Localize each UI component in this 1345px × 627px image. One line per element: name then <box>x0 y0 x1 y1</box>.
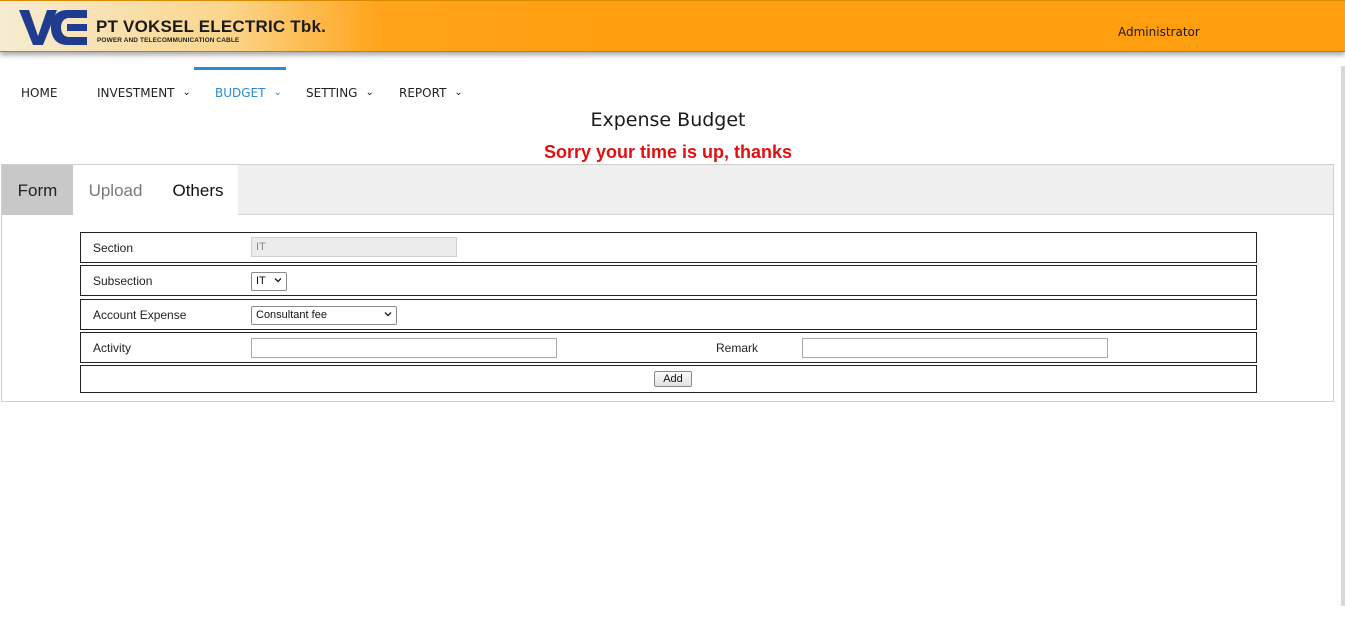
tab-form[interactable]: Form <box>2 165 73 215</box>
tab-upload[interactable]: Upload <box>73 165 158 215</box>
account-expense-select-value: Consultant fee <box>256 309 327 321</box>
section-field[interactable] <box>251 237 457 257</box>
nav-investment-label: INVESTMENT <box>97 86 175 100</box>
tab-bar: Form Upload Others <box>2 165 1333 215</box>
company-logo-icon <box>19 10 87 45</box>
remark-label: Remark <box>716 341 759 355</box>
subsection-select[interactable]: IT <box>251 272 287 291</box>
company-tagline: POWER AND TELECOMMUNICATION CABLE <box>97 37 240 44</box>
section-row: Section <box>80 232 1257 263</box>
nav-budget-label: BUDGET <box>215 86 266 100</box>
company-name: PT VOKSEL ELECTRIC Tbk. <box>96 17 327 36</box>
tab-others[interactable]: Others <box>158 165 238 215</box>
page-title: Expense Budget <box>590 109 746 131</box>
user-name[interactable]: Administrator <box>1118 25 1200 39</box>
warning-message: Sorry your time is up, thanks <box>543 142 793 162</box>
remark-input[interactable] <box>802 338 1108 358</box>
chevron-down-icon <box>384 312 392 317</box>
chevron-down-icon: ⌄ <box>365 87 374 98</box>
account-expense-label: Account Expense <box>93 308 187 322</box>
activity-input[interactable] <box>251 338 557 358</box>
nav-home-label: HOME <box>21 86 58 100</box>
chevron-down-icon <box>274 278 282 283</box>
chevron-down-icon: ⌄ <box>273 87 282 98</box>
subsection-row: Subsection IT <box>80 265 1257 296</box>
chevron-down-icon: ⌄ <box>182 87 191 98</box>
nav-report-label: REPORT <box>399 86 447 100</box>
form-panel: Form Upload Others Section Subsection IT… <box>1 164 1334 402</box>
nav-setting-label: SETTING <box>306 86 358 100</box>
add-button[interactable]: Add <box>654 371 692 387</box>
nav-report[interactable]: REPORT ⌄ <box>399 67 463 107</box>
section-label: Section <box>93 241 134 255</box>
subsection-select-value: IT <box>256 275 266 287</box>
account-expense-select[interactable]: Consultant fee <box>251 306 397 325</box>
add-row: Add <box>80 365 1257 393</box>
subsection-label: Subsection <box>93 274 153 288</box>
app-header: PT VOKSEL ELECTRIC Tbk. POWER AND TELECO… <box>0 0 1345 52</box>
page-scrollbar[interactable] <box>1341 66 1345 606</box>
nav-budget[interactable]: BUDGET ⌄ <box>194 67 286 107</box>
activity-label: Activity <box>93 341 132 355</box>
nav-investment[interactable]: INVESTMENT ⌄ <box>97 67 191 107</box>
nav-setting[interactable]: SETTING ⌄ <box>306 67 374 107</box>
activity-row: Activity Remark <box>80 332 1257 363</box>
nav-home[interactable]: HOME <box>21 67 57 107</box>
account-expense-row: Account Expense Consultant fee <box>80 299 1257 330</box>
chevron-down-icon: ⌄ <box>454 87 463 98</box>
